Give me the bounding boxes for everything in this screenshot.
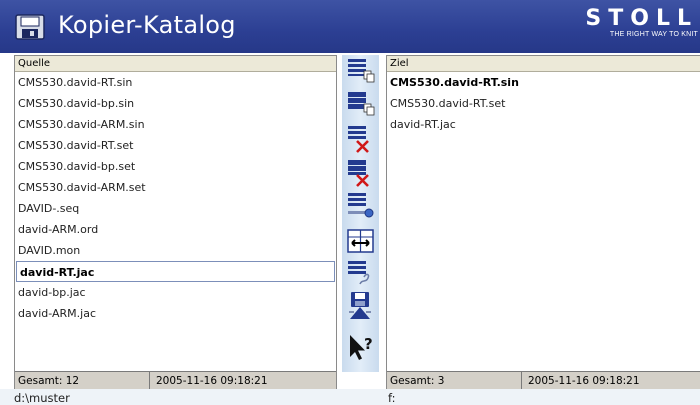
brand-name: STOLL xyxy=(585,6,698,31)
title-bar: Kopier-Katalog STOLL THE RIGHT WAY TO KN… xyxy=(0,0,700,53)
file-list-item[interactable]: DAVID.mon xyxy=(15,240,336,261)
source-pane[interactable]: Quelle CMS530.david-RT.sin CMS530.david-b… xyxy=(14,55,337,391)
source-header: Quelle xyxy=(15,56,336,72)
file-list-item[interactable]: CMS530.david-RT.sin xyxy=(387,72,700,93)
svg-text:?: ? xyxy=(364,335,373,353)
app-floppy-icon xyxy=(15,14,45,40)
target-header: Ziel xyxy=(387,56,700,72)
file-list-item[interactable]: david-ARM.ord xyxy=(15,219,336,240)
target-status-bar: Gesamt: 3 2005-11-16 09:18:21 xyxy=(387,371,700,390)
delete-all-icon[interactable] xyxy=(344,158,377,188)
file-list-item[interactable]: david-RT.jac xyxy=(16,261,335,282)
delete-selected-icon[interactable] xyxy=(344,124,377,154)
target-count: Gesamt: 3 xyxy=(390,375,445,387)
window-title: Kopier-Katalog xyxy=(58,11,236,39)
source-status-bar: Gesamt: 12 2005-11-16 09:18:21 xyxy=(15,371,336,390)
file-list-item[interactable]: CMS530.david-ARM.sin xyxy=(15,114,336,135)
source-count: Gesamt: 12 xyxy=(18,375,80,387)
file-list-item[interactable]: david-RT.jac xyxy=(387,114,700,135)
brand-tagline: THE RIGHT WAY TO KNIT xyxy=(609,31,698,38)
copy-all-icon[interactable] xyxy=(344,90,377,120)
key-icon[interactable] xyxy=(344,191,377,221)
target-pane[interactable]: Ziel CMS530.david-RT.sin CMS530.david-RT.… xyxy=(386,55,700,391)
file-list-item[interactable]: DAVID-.seq xyxy=(15,198,336,219)
source-path: d:\muster xyxy=(14,391,70,405)
file-list-item[interactable]: CMS530.david-RT.set xyxy=(387,93,700,114)
brand-logo: STOLL THE RIGHT WAY TO KNIT xyxy=(585,6,698,38)
file-list-item[interactable]: david-bp.jac xyxy=(15,282,336,303)
file-list-item[interactable]: david-ARM.jac xyxy=(15,303,336,324)
file-list-item[interactable]: CMS530.david-bp.sin xyxy=(15,93,336,114)
save-icon[interactable] xyxy=(344,291,377,321)
copy-selected-icon[interactable] xyxy=(344,57,377,87)
source-date: 2005-11-16 09:18:21 xyxy=(149,372,268,390)
source-file-list[interactable]: CMS530.david-RT.sin CMS530.david-bp.sin CM… xyxy=(15,72,336,324)
file-list-item[interactable]: CMS530.david-bp.set xyxy=(15,156,336,177)
link-icon[interactable] xyxy=(344,259,377,289)
file-list-item[interactable]: CMS530.david-ARM.set xyxy=(15,177,336,198)
file-list-item[interactable]: CMS530.david-RT.set xyxy=(15,135,336,156)
file-list-item[interactable]: CMS530.david-RT.sin xyxy=(15,72,336,93)
help-icon[interactable]: ? xyxy=(344,331,377,361)
target-date: 2005-11-16 09:18:21 xyxy=(521,372,640,390)
action-toolbar: ? xyxy=(342,55,379,372)
path-band xyxy=(0,389,700,405)
target-file-list[interactable]: CMS530.david-RT.sin CMS530.david-RT.set da… xyxy=(387,72,700,135)
swap-icon[interactable] xyxy=(344,226,377,256)
target-path: f: xyxy=(388,391,396,405)
